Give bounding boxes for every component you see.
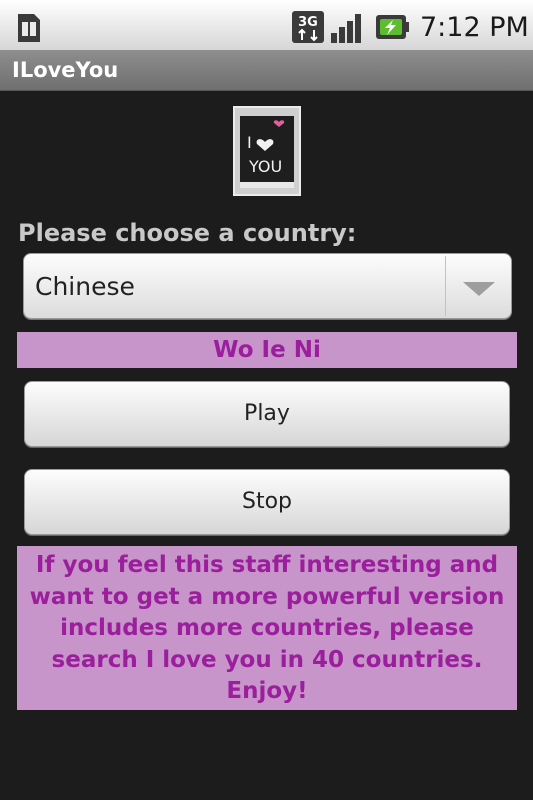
battery-charging-icon <box>376 15 409 39</box>
play-button[interactable]: Play <box>24 381 510 447</box>
chevron-down-icon <box>463 282 495 296</box>
spinner-divider <box>445 256 446 316</box>
title-bar: ILoveYou <box>0 50 533 91</box>
info-text: If you feel this staff interesting and w… <box>29 552 505 704</box>
translation-result: Wo Ie Ni <box>17 332 517 368</box>
status-time: 7:12 PM <box>420 12 529 43</box>
image-caption-you: YOU <box>248 157 282 176</box>
status-bar: 3G 7:12 PM <box>0 0 533 50</box>
i-love-you-chalkboard-icon: I YOU <box>233 106 301 196</box>
country-spinner[interactable]: Chinese <box>23 253 512 319</box>
svg-text:3G: 3G <box>298 15 318 30</box>
app-title: ILoveYou <box>12 58 119 82</box>
stop-button[interactable]: Stop <box>24 469 510 535</box>
signal-strength-icon <box>331 14 361 43</box>
3g-data-icon: 3G <box>292 11 324 43</box>
info-message: If you feel this staff interesting and w… <box>17 546 517 710</box>
translation-text: Wo Ie Ni <box>213 337 321 363</box>
sim-card-icon <box>18 14 40 42</box>
spinner-selected-value: Chinese <box>35 272 135 301</box>
image-caption-i: I <box>247 133 252 152</box>
country-prompt-label: Please choose a country: <box>18 219 357 247</box>
app-screen: 3G 7:12 PM ILoveYou I YOU Please choose … <box>0 0 533 800</box>
